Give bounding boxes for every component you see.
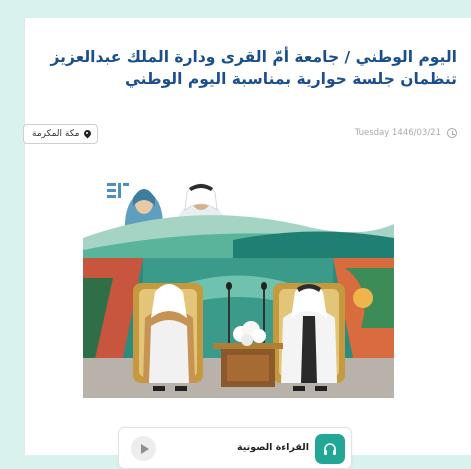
date-text: Tuesday 1446/03/21	[354, 128, 441, 138]
location-badge[interactable]: مكة المكرمة	[23, 124, 98, 144]
location-label: مكة المكرمة	[32, 129, 80, 139]
headphones-icon	[324, 443, 336, 455]
article-date: Tuesday 1446/03/21	[355, 128, 457, 138]
headphones-button[interactable]	[315, 434, 345, 464]
article-title: اليوم الوطني / جامعة أمّ القرى ودارة الم…	[50, 48, 458, 88]
play-icon	[140, 443, 149, 454]
article-photo	[83, 158, 394, 398]
map-pin-icon	[84, 130, 91, 139]
play-button[interactable]	[131, 436, 156, 461]
audio-reader: القراءة الصوتية	[118, 427, 352, 469]
article-card: اليوم الوطني / جامعة أمّ القرى ودارة الم…	[23, 18, 471, 469]
article-photo-illustration	[83, 158, 394, 398]
clock-icon	[447, 128, 457, 138]
audio-reader-label: القراءة الصوتية	[237, 442, 309, 453]
